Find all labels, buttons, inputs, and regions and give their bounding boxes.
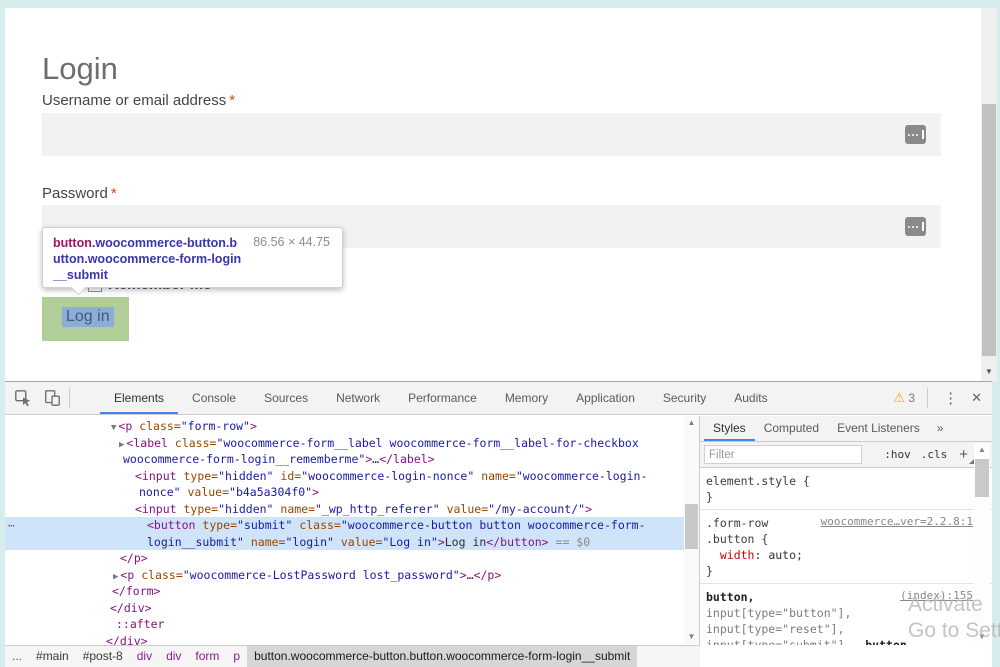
tab-console[interactable]: Console	[178, 382, 250, 414]
toolbar-divider	[69, 388, 70, 408]
new-style-rule-button[interactable]: +	[959, 448, 968, 462]
css-rule[interactable]: woocommerce…ver=2.2.8:1.form-row.button …	[700, 510, 992, 584]
username-label: Username or email address*	[42, 92, 235, 109]
css-rule-line[interactable]: width: auto;	[706, 547, 972, 563]
page-scrollbar-thumb[interactable]	[982, 104, 996, 356]
styles-filter-row: :hov .cls +	[700, 442, 992, 468]
screenshot-root: { "colors": { "accent_blue": "#4285f4", …	[0, 0, 1000, 667]
dom-tree-node[interactable]: <input type="hidden" id="woocommerce-log…	[5, 468, 684, 485]
dom-tree-node[interactable]: ⋯<button type="submit" class="woocommerc…	[5, 517, 684, 534]
devtools-close-icon[interactable]: ✕	[967, 390, 992, 406]
dom-tree-node[interactable]: ▼<p class="form-row">	[5, 418, 684, 435]
tab-audits[interactable]: Audits	[720, 382, 781, 414]
scroll-down-icon[interactable]: ▼	[981, 367, 997, 377]
breadcrumb-item[interactable]: div	[159, 646, 188, 667]
css-rule-line[interactable]: element.style {	[706, 473, 972, 489]
styles-scrollbar-thumb[interactable]	[975, 459, 989, 497]
inspect-tooltip: button.woocommerce-button.button.woocomm…	[42, 227, 343, 288]
dom-tree-node[interactable]: </div>	[5, 633, 684, 646]
tooltip-selector-line: utton.woocommerce-form-login	[53, 251, 332, 267]
dom-tree-node[interactable]: </form>	[5, 583, 684, 600]
styles-tab-styles[interactable]: Styles	[704, 416, 755, 441]
breadcrumb-item[interactable]: div	[130, 646, 159, 667]
css-rule-line[interactable]: .button {	[706, 531, 972, 547]
breadcrumb-item[interactable]: ...	[5, 646, 29, 667]
scroll-down-icon[interactable]: ▼	[684, 632, 699, 642]
breadcrumb-item[interactable]: #post-8	[76, 646, 130, 667]
elements-scrollbar[interactable]: ▲ ▼	[684, 416, 699, 645]
css-rule[interactable]: element.style {}	[700, 468, 992, 510]
dom-tree-node[interactable]: </div>	[5, 600, 684, 617]
dom-tree-node[interactable]: ::after	[5, 616, 684, 633]
scroll-down-icon[interactable]: ▼	[974, 632, 990, 642]
elements-tree: ▼<p class="form-row">▶<label class="wooc…	[5, 416, 684, 645]
inspect-element-icon[interactable]	[12, 387, 34, 409]
dom-tree-node[interactable]: nonce" value="b4a5a304f0">	[5, 484, 684, 501]
page-title: Login	[42, 51, 118, 87]
browser-page: Login Username or email address* Passwor…	[5, 8, 997, 381]
page-scrollbar[interactable]: ▼	[981, 8, 997, 381]
tab-performance[interactable]: Performance	[394, 382, 491, 414]
scroll-up-icon[interactable]: ▲	[974, 445, 990, 455]
stylesheet-source-link[interactable]: woocommerce…ver=2.2.8:1	[821, 515, 973, 528]
css-rule-line[interactable]: input[type="submit"], .button,	[706, 637, 972, 645]
tooltip-selector-line: __submit	[53, 267, 332, 283]
tab-sources[interactable]: Sources	[250, 382, 322, 414]
elements-scrollbar-thumb[interactable]	[685, 504, 698, 549]
tab-memory[interactable]: Memory	[491, 382, 562, 414]
breadcrumb-item[interactable]: form	[188, 646, 226, 667]
breadcrumb-item[interactable]: button.woocommerce-button.button.woocomm…	[247, 646, 637, 667]
dom-tree-node[interactable]: ▶<p class="woocommerce-LostPassword lost…	[5, 567, 684, 584]
styles-tab-event-listeners[interactable]: Event Listeners	[828, 416, 929, 441]
warning-icon: ⚠	[893, 390, 905, 405]
styles-pane: StylesComputedEvent Listeners» :hov .cls…	[700, 416, 992, 645]
breadcrumb-item[interactable]: #main	[29, 646, 76, 667]
dom-tree-node[interactable]: <input type="hidden" name="_wp_http_refe…	[5, 501, 684, 518]
device-toolbar-icon[interactable]	[41, 387, 63, 409]
tooltip-dimensions: 86.56 × 44.75	[253, 235, 330, 249]
breadcrumb-item[interactable]: p	[226, 646, 247, 667]
tab-application[interactable]: Application	[562, 382, 649, 414]
devtools-tabs: ElementsConsoleSourcesNetworkPerformance…	[100, 382, 782, 414]
css-rules: element.style {}woocommerce…ver=2.2.8:1.…	[700, 468, 992, 645]
selected-row-marker: ⋯	[8, 518, 14, 535]
css-rule[interactable]: (index):155button,input[type="button"],i…	[700, 584, 992, 645]
devtools-panel: ElementsConsoleSourcesNetworkPerformance…	[5, 381, 992, 667]
css-rule-line[interactable]: }	[706, 489, 972, 505]
tab-network[interactable]: Network	[322, 382, 394, 414]
styles-tabs: StylesComputedEvent Listeners»	[700, 416, 992, 442]
devtools-toolbar: ElementsConsoleSourcesNetworkPerformance…	[5, 382, 992, 415]
login-button[interactable]: Log in	[42, 297, 129, 341]
elements-breadcrumb-bar: ...#main#post-8divdivformpbutton.woocomm…	[5, 645, 700, 667]
dom-tree-node[interactable]: woocommerce-form-login__rememberme">…</l…	[5, 451, 684, 468]
styles-filter-input[interactable]	[704, 445, 862, 464]
toolbar-divider	[927, 388, 928, 408]
required-asterisk: *	[111, 185, 117, 202]
password-label: Password*	[42, 185, 117, 202]
dom-tree-node[interactable]: login__submit" name="login" value="Log i…	[5, 534, 684, 551]
toggle-hover-state-button[interactable]: :hov	[884, 448, 911, 461]
css-rule-line[interactable]: input[type="reset"],	[706, 621, 972, 637]
stylesheet-source-link[interactable]: (index):155	[900, 589, 973, 602]
more-tabs-icon[interactable]: »	[929, 416, 952, 441]
styles-tab-computed[interactable]: Computed	[755, 416, 828, 441]
username-input[interactable]	[42, 113, 941, 156]
tab-elements[interactable]: Elements	[100, 382, 178, 414]
css-rule-line[interactable]: }	[706, 563, 972, 579]
tab-security[interactable]: Security	[649, 382, 720, 414]
scroll-up-icon[interactable]: ▲	[684, 418, 699, 428]
password-manager-icon[interactable]	[905, 217, 926, 236]
password-manager-icon[interactable]	[905, 125, 926, 144]
css-rule-line[interactable]: input[type="button"],	[706, 605, 972, 621]
styles-scrollbar[interactable]: ▲ ▼	[974, 443, 990, 645]
dom-tree-node[interactable]: </p>	[5, 550, 684, 567]
required-asterisk: *	[229, 92, 235, 109]
dom-tree-node[interactable]: ▶<label class="woocommerce-form__label w…	[5, 435, 684, 452]
toggle-class-button[interactable]: .cls	[921, 448, 948, 461]
devtools-menu-icon[interactable]: ⋮	[934, 389, 967, 407]
devtools-main: ▼<p class="form-row">▶<label class="wooc…	[5, 416, 992, 645]
console-warning-badge[interactable]: ⚠ 3	[893, 390, 915, 406]
